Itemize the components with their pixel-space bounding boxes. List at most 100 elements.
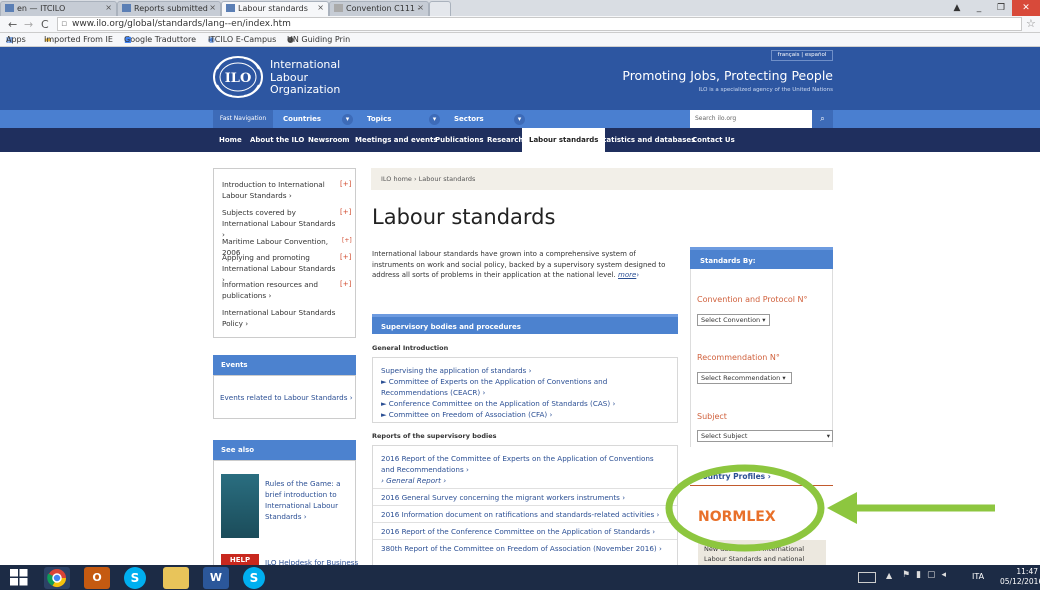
subtagline: ILO is a specialized agency of the Unite… xyxy=(698,87,833,93)
convention-label: Convention and Protocol N° xyxy=(697,295,808,304)
tab-favicon-icon xyxy=(5,4,14,12)
browser-tab[interactable]: en — ITCILO × xyxy=(0,1,117,16)
see-also-box: Rules of the Game: a brief introduction … xyxy=(213,460,358,567)
standards-by-heading: Standards By: xyxy=(690,247,833,269)
gi-link-ceacr[interactable]: ► Committee of Experts on the Applicatio… xyxy=(381,376,671,398)
chevron-down-icon[interactable]: ▾ xyxy=(429,114,440,125)
close-icon[interactable]: × xyxy=(317,3,324,12)
report-link-general-survey[interactable]: 2016 General Survey concerning the migra… xyxy=(381,492,625,503)
star-icon[interactable]: ☆ xyxy=(1026,17,1036,30)
page-title: Labour standards xyxy=(372,205,556,229)
outlook-icon[interactable]: O xyxy=(84,567,110,589)
expand-icon[interactable]: [+] xyxy=(340,253,351,261)
general-intro-heading: General Introduction xyxy=(372,344,449,352)
language-links: français | español xyxy=(771,50,833,61)
browser-tab[interactable]: Reports submitted × xyxy=(117,1,221,16)
nav-research[interactable]: Research xyxy=(487,128,523,152)
lang-french-link[interactable]: français xyxy=(778,52,800,58)
gi-link-supervising[interactable]: Supervising the application of standards… xyxy=(381,365,531,376)
url-text: www.ilo.org/global/standards/lang--en/in… xyxy=(72,19,291,29)
expand-icon[interactable]: [+] xyxy=(340,280,351,288)
nav-topics[interactable]: Topics xyxy=(367,110,391,128)
nav-newsroom[interactable]: Newsroom xyxy=(308,128,350,152)
maximize-icon[interactable]: ❐ xyxy=(990,0,1012,16)
report-link-cas[interactable]: 2016 Report of the Conference Committee … xyxy=(381,526,655,537)
browser-tab-strip: en — ITCILO × Reports submitted × Labour s… xyxy=(0,0,1040,16)
bookmarks-bar: ▦ Apps ▬ Imported From IE ■ Google Tradu… xyxy=(0,33,1040,47)
expand-icon[interactable]: [+] xyxy=(340,208,351,216)
annotation-overlay xyxy=(665,464,995,552)
chevron-down-icon[interactable]: ▾ xyxy=(342,114,353,125)
close-icon[interactable]: × xyxy=(417,3,424,12)
url-input[interactable]: ▫ www.ilo.org/global/standards/lang--en/i… xyxy=(57,17,1022,31)
address-bar-row: ← → C ▫ www.ilo.org/global/standards/lang… xyxy=(0,16,1040,33)
nav-labour-standards[interactable]: Labour standards xyxy=(522,128,606,152)
browser-tab[interactable]: Convention C111 - × xyxy=(329,1,429,16)
close-icon[interactable]: × xyxy=(105,3,112,12)
ilo-logo-icon[interactable]: ILO xyxy=(212,55,264,99)
recommendation-select[interactable]: Select Recommendation ▾ xyxy=(697,372,792,384)
nav-sectors[interactable]: Sectors xyxy=(454,110,484,128)
more-link[interactable]: more xyxy=(618,271,636,279)
tray-icons[interactable]: ⚑▮▢◂ xyxy=(902,570,952,580)
tray-up-icon[interactable]: ▲ xyxy=(886,571,892,580)
file-explorer-icon[interactable] xyxy=(163,567,189,589)
report-link-cfa[interactable]: 380th Report of the Committee on Freedom… xyxy=(381,543,662,554)
sidebar-menu: Introduction to International Labour Sta… xyxy=(213,168,356,338)
nav-publications[interactable]: Publications xyxy=(435,128,484,152)
chrome-icon[interactable] xyxy=(44,567,70,589)
subject-label: Subject xyxy=(697,412,727,421)
gi-link-cas[interactable]: ► Conference Committee on the Applicatio… xyxy=(381,398,615,409)
close-window-icon[interactable]: ✕ xyxy=(1012,0,1040,16)
nav-statistics[interactable]: Statistics and databases xyxy=(598,128,695,152)
keyboard-icon[interactable] xyxy=(858,572,876,583)
windows-start-icon[interactable] xyxy=(10,569,28,586)
reload-icon[interactable]: C xyxy=(41,18,49,31)
back-icon[interactable]: ← xyxy=(8,18,17,31)
see-also-link-rules[interactable]: Rules of the Game: a brief introduction … xyxy=(265,478,347,522)
divider xyxy=(373,505,677,506)
expand-icon[interactable]: [+] xyxy=(342,237,352,244)
nav-meetings[interactable]: Meetings and events xyxy=(355,128,438,152)
skype-icon[interactable]: S xyxy=(124,567,146,589)
close-icon[interactable]: × xyxy=(209,3,216,12)
events-link[interactable]: Events related to Labour Standards › xyxy=(220,392,353,403)
minimize-icon[interactable]: _ xyxy=(968,0,990,16)
convention-select[interactable]: Select Convention ▾ xyxy=(697,314,770,326)
general-report-link[interactable]: › General Report › xyxy=(381,475,446,486)
divider xyxy=(373,488,677,489)
new-tab-button[interactable] xyxy=(429,1,451,16)
sidebar-item-information[interactable]: Information resources and publications › xyxy=(222,279,340,301)
report-link-information[interactable]: 2016 Information document on ratificatio… xyxy=(381,509,659,520)
nav-about[interactable]: About the ILO xyxy=(250,128,304,152)
report-link-ceacr[interactable]: 2016 Report of the Committee of Experts … xyxy=(381,453,665,475)
skype-icon[interactable]: S xyxy=(243,567,265,589)
subject-select[interactable]: Select Subject ▾ xyxy=(697,430,833,442)
breadcrumb[interactable]: ILO home › Labour standards xyxy=(371,168,833,190)
browser-tab-active[interactable]: Labour standards × xyxy=(221,1,329,16)
word-icon[interactable]: W xyxy=(203,567,229,589)
search-icon[interactable]: ⌕ xyxy=(812,110,833,128)
sidebar-item-policy[interactable]: International Labour Standards Policy › xyxy=(222,307,340,329)
sidebar-item-intro[interactable]: Introduction to International Labour Sta… xyxy=(222,179,340,201)
main-navigation: Home About the ILO Newsroom Meetings and… xyxy=(0,128,1040,152)
book-cover-image[interactable] xyxy=(221,474,259,538)
divider xyxy=(373,539,677,540)
search-input[interactable]: Search ilo.org xyxy=(690,110,812,128)
nav-countries[interactable]: Countries xyxy=(283,110,321,128)
forward-icon[interactable]: → xyxy=(24,18,33,31)
svg-text:ILO: ILO xyxy=(225,71,252,86)
gi-link-cfa[interactable]: ► Committee on Freedom of Association (C… xyxy=(381,409,552,420)
divider xyxy=(373,522,677,523)
supervisory-heading: Supervisory bodies and procedures xyxy=(372,314,678,334)
nav-home[interactable]: Home xyxy=(219,128,242,152)
language-indicator[interactable]: ITA xyxy=(972,572,984,581)
chevron-down-icon[interactable]: ▾ xyxy=(514,114,525,125)
clock[interactable]: 11:47 05/12/2016 xyxy=(1000,567,1040,587)
fast-navigation-bar: Fast Navigation Countries ▾ Topics ▾ Sec… xyxy=(0,110,1040,128)
nav-contact[interactable]: Contact Us xyxy=(692,128,735,152)
lang-spanish-link[interactable]: español xyxy=(805,52,827,58)
user-icon[interactable]: ▲ xyxy=(946,0,968,16)
expand-icon[interactable]: [+] xyxy=(340,180,351,188)
reports-heading: Reports of the supervisory bodies xyxy=(372,432,497,440)
